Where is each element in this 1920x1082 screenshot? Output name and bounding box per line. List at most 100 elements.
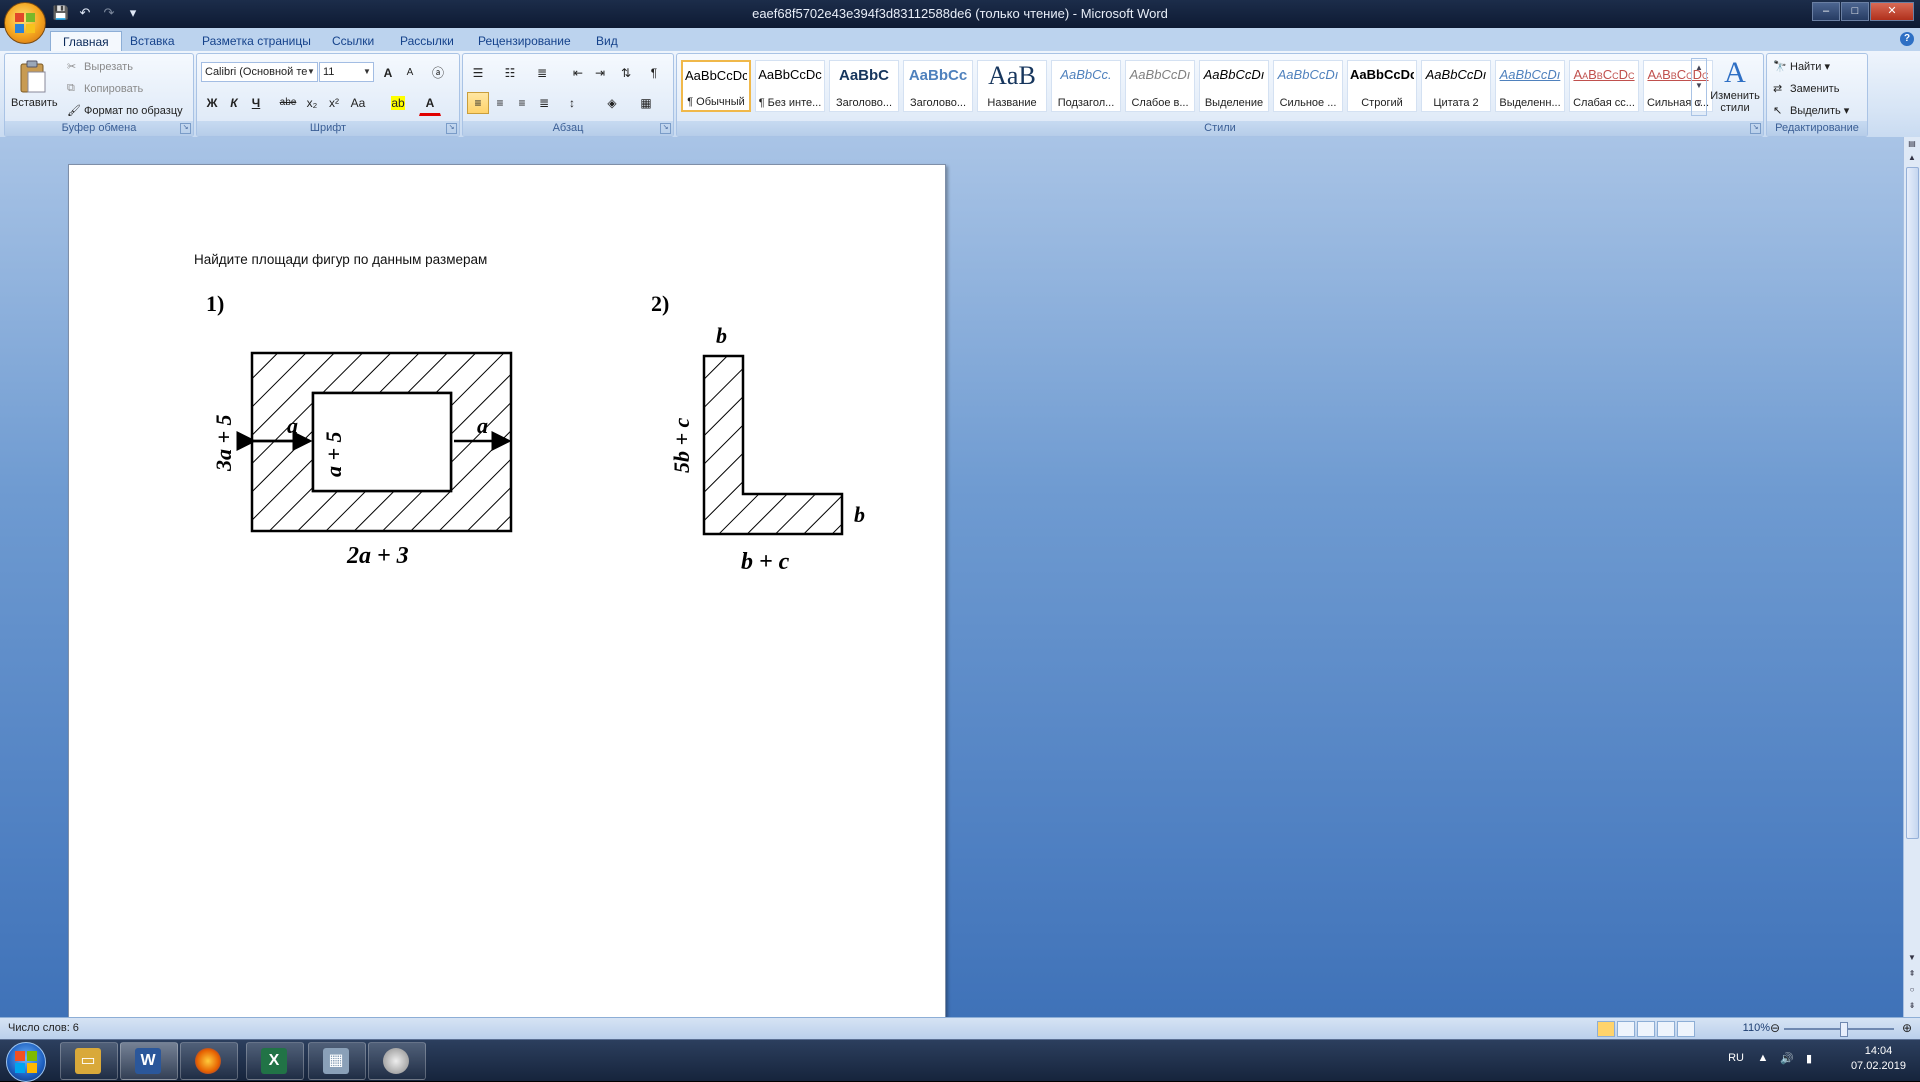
bullets-icon[interactable]: ☰ [467, 62, 489, 84]
borders-icon[interactable]: ▦ [635, 92, 657, 114]
language-indicator[interactable]: RU [1728, 1052, 1744, 1064]
align-left-icon[interactable]: ≡ [467, 92, 489, 114]
tab-mailings[interactable]: Рассылки [388, 31, 466, 51]
font-size-combo[interactable]: 11 ▼ [319, 62, 374, 82]
tab-references[interactable]: Ссылки [320, 31, 386, 51]
bold-button[interactable]: Ж [201, 92, 223, 114]
font-color-icon[interactable]: A [419, 92, 441, 116]
style-item[interactable]: AaBbCcDı Сильное ... [1273, 60, 1343, 112]
style-item[interactable]: AaBbCcDc ¶ Без инте... [755, 60, 825, 112]
taskbar-calculator[interactable]: ▦ [308, 1042, 366, 1080]
paragraph-launcher-icon[interactable]: ↘ [660, 123, 671, 134]
change-case-button[interactable]: Aa [347, 92, 369, 114]
copy-button[interactable]: ⧉ Копировать [67, 82, 143, 96]
close-button[interactable]: ✕ [1870, 2, 1914, 21]
align-center-icon[interactable]: ≡ [489, 92, 511, 114]
zoom-slider-thumb[interactable] [1840, 1022, 1848, 1037]
taskbar-media[interactable] [368, 1042, 426, 1080]
tab-insert[interactable]: Вставка [118, 31, 187, 51]
style-item[interactable]: AaBbCcDı Цитата 2 [1421, 60, 1491, 112]
document-page[interactable]: Найдите площади фигур по данным размерам… [68, 164, 946, 1019]
clipboard-launcher-icon[interactable]: ↘ [180, 123, 191, 134]
align-right-icon[interactable]: ≡ [511, 92, 533, 114]
underline-button[interactable]: Ч [245, 92, 267, 114]
tab-home[interactable]: Главная [50, 31, 122, 52]
grow-font-button[interactable]: A [377, 62, 399, 84]
network-icon[interactable]: ▮ [1802, 1052, 1816, 1066]
vertical-scrollbar[interactable]: ▤ ▲ ▼ ⇞ ○ ⇟ [1903, 137, 1920, 1017]
style-item[interactable]: AaBbCcDc ¶ Обычный [681, 60, 751, 112]
geometry-figures: 1) a a 3a + 5 a + 5 2a + 3 2) b 5b + c b… [206, 291, 865, 575]
taskbar-firefox[interactable] [180, 1042, 238, 1080]
zoom-in-icon[interactable]: ⊕ [1902, 1021, 1912, 1035]
style-item[interactable]: AaBbCcDc Слабая сс... [1569, 60, 1639, 112]
shading-icon[interactable]: ◈ [601, 92, 623, 114]
sort-icon[interactable]: ⇅ [615, 62, 637, 84]
maximize-button[interactable]: □ [1841, 2, 1869, 21]
scroll-up-icon[interactable]: ▲ [1907, 153, 1917, 163]
select-button[interactable]: ↖ Выделить ▾ [1773, 104, 1849, 118]
clock[interactable]: 14:04 07.02.2019 [1851, 1044, 1906, 1074]
minimize-button[interactable]: – [1812, 2, 1840, 21]
taskbar-explorer[interactable]: ▭ [60, 1042, 118, 1080]
ruler-toggle-icon[interactable]: ▤ [1907, 139, 1917, 149]
change-styles-button[interactable]: A Изменить стили [1709, 56, 1761, 114]
zoom-slider[interactable] [1784, 1028, 1894, 1030]
line-spacing-icon[interactable]: ↕ [561, 92, 583, 114]
copy-icon: ⧉ [67, 82, 75, 94]
justify-icon[interactable]: ≣ [533, 92, 555, 114]
strikethrough-button[interactable]: abe [277, 92, 299, 114]
paste-button[interactable]: Вставить [11, 60, 58, 109]
style-item[interactable]: AaB Название [977, 60, 1047, 112]
draft-view-icon[interactable] [1677, 1021, 1695, 1037]
tab-view[interactable]: Вид [584, 31, 630, 51]
zoom-out-icon[interactable]: ⊖ [1770, 1021, 1780, 1035]
style-item[interactable]: AaBbCcDı Выделение [1199, 60, 1269, 112]
scrollbar-thumb[interactable] [1906, 167, 1919, 839]
scroll-down-icon[interactable]: ▼ [1907, 953, 1917, 963]
decrease-indent-icon[interactable]: ⇤ [567, 62, 589, 84]
find-button[interactable]: 🔭 Найти ▾ [1773, 60, 1830, 74]
style-item[interactable]: AaBbCc Заголово... [903, 60, 973, 112]
print-layout-view-icon[interactable] [1597, 1021, 1615, 1037]
tab-page-layout[interactable]: Разметка страницы [190, 31, 323, 51]
tray-expand-icon[interactable]: ▲ [1756, 1052, 1770, 1066]
style-item[interactable]: AaBbCcDı Выделенн... [1495, 60, 1565, 112]
styles-scroll[interactable]: ▲ ▼ ⊽ [1691, 58, 1707, 116]
previous-page-icon[interactable]: ⇞ [1907, 969, 1917, 979]
styles-launcher-icon[interactable]: ↘ [1750, 123, 1761, 134]
word-count[interactable]: Число слов: 6 [8, 1022, 79, 1034]
italic-button[interactable]: К [223, 92, 245, 114]
tab-review[interactable]: Рецензирование [466, 31, 583, 51]
font-launcher-icon[interactable]: ↘ [446, 123, 457, 134]
browse-object-icon[interactable]: ○ [1907, 985, 1917, 995]
zoom-level[interactable]: 110% [1743, 1022, 1770, 1034]
web-layout-view-icon[interactable] [1637, 1021, 1655, 1037]
style-item[interactable]: AaBbCcDc Строгий [1347, 60, 1417, 112]
numbering-icon[interactable]: ☷ [499, 62, 521, 84]
office-button[interactable] [4, 2, 46, 44]
taskbar-excel[interactable]: X [246, 1042, 304, 1080]
font-name-combo[interactable]: Calibri (Основной те ▼ [201, 62, 318, 82]
subscript-button[interactable]: x₂ [301, 92, 323, 114]
shrink-font-button[interactable]: A [399, 62, 421, 84]
taskbar-word[interactable]: W [120, 1042, 178, 1080]
format-painter-button[interactable]: 🖌 Формат по образцу [67, 104, 183, 118]
start-button[interactable] [6, 1042, 46, 1082]
full-screen-view-icon[interactable] [1617, 1021, 1635, 1037]
help-icon[interactable]: ? [1900, 32, 1914, 46]
replace-button[interactable]: ⇄ Заменить [1773, 82, 1839, 96]
clear-format-button[interactable]: ⓐ [427, 62, 449, 84]
highlight-icon[interactable]: ab [387, 92, 409, 114]
superscript-button[interactable]: x² [323, 92, 345, 114]
style-item[interactable]: AaBbCcDı Слабое в... [1125, 60, 1195, 112]
style-item[interactable]: AaBbC Заголово... [829, 60, 899, 112]
next-page-icon[interactable]: ⇟ [1907, 1001, 1917, 1011]
pilcrow-icon[interactable]: ¶ [643, 62, 665, 84]
increase-indent-icon[interactable]: ⇥ [589, 62, 611, 84]
multilevel-list-icon[interactable]: ≣ [531, 62, 553, 84]
volume-icon[interactable]: 🔊 [1780, 1052, 1794, 1066]
outline-view-icon[interactable] [1657, 1021, 1675, 1037]
cut-button[interactable]: ✂ Вырезать [67, 60, 133, 74]
style-item[interactable]: AaBbCc. Подзагол... [1051, 60, 1121, 112]
